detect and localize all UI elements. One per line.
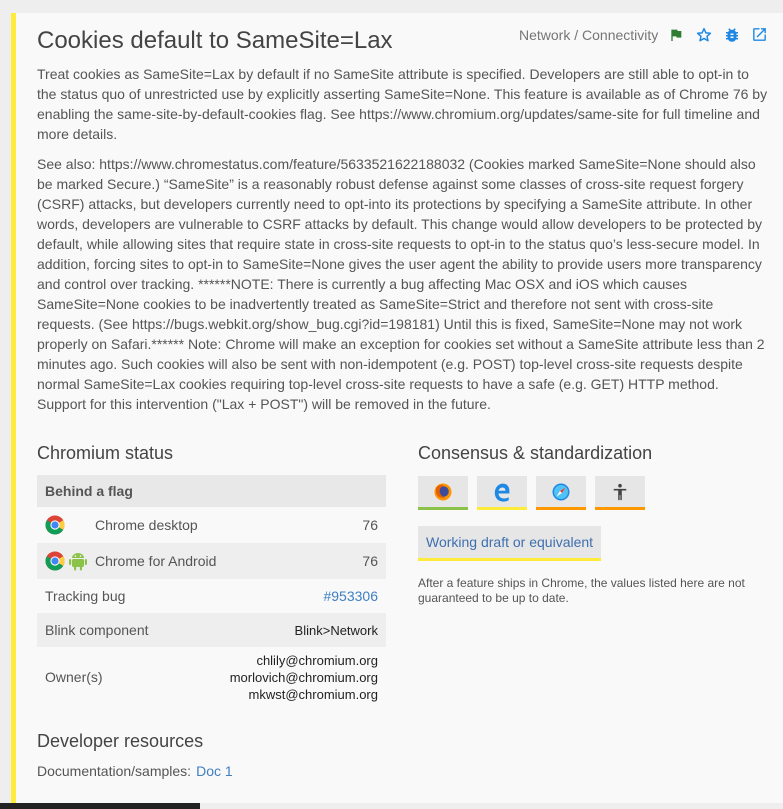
platform-name: Chrome desktop	[95, 517, 198, 533]
tracking-bug-row: Tracking bug #953306	[37, 579, 386, 613]
feature-category[interactable]: Network / Connectivity	[519, 27, 658, 43]
feature-actions	[666, 25, 769, 44]
feature-see-also: See also: https://www.chromestatus.com/f…	[37, 156, 765, 412]
blink-component-row: Blink component Blink>Network	[37, 613, 386, 647]
flag-icon[interactable]	[666, 25, 685, 44]
chrome-icon	[45, 551, 65, 571]
firefox-view[interactable]	[418, 476, 468, 510]
edge-icon	[494, 483, 510, 502]
accessibility-icon	[613, 483, 627, 500]
owner-email[interactable]: chlily@chromium.org	[230, 652, 378, 669]
platform-version: 76	[362, 517, 378, 533]
consensus-heading: Consensus & standardization	[418, 443, 653, 463]
web-developers-view[interactable]	[595, 476, 645, 510]
documentation-row: Documentation/samples: Doc 1	[37, 763, 233, 779]
documentation-link[interactable]: Doc 1	[196, 763, 233, 779]
browser-views	[418, 476, 645, 510]
tracking-bug-label: Tracking bug	[45, 588, 126, 604]
chromium-status-table: Behind a flag Chrome desktop 76 Chrome f…	[37, 475, 386, 707]
tracking-bug-link[interactable]: #953306	[323, 588, 378, 604]
owners-label: Owner(s)	[45, 669, 103, 685]
feature-title[interactable]: Cookies default to SameSite=Lax	[37, 27, 393, 55]
platform-name: Chrome for Android	[95, 553, 217, 569]
platform-row-android: Chrome for Android 76	[37, 543, 386, 579]
consensus-note: After a feature ships in Chrome, the val…	[418, 576, 745, 605]
safari-view[interactable]	[536, 476, 586, 510]
implementation-state: Behind a flag	[37, 475, 386, 507]
platform-version: 76	[362, 553, 378, 569]
blink-component-value[interactable]: Blink>Network	[295, 623, 378, 638]
standardization-status[interactable]: Working draft or equivalent	[418, 526, 602, 561]
chromium-status-heading: Chromium status	[37, 443, 174, 463]
owner-email[interactable]: mkwst@chromium.org	[230, 686, 379, 703]
owners-row: Owner(s) chlily@chromium.org morlovich@c…	[37, 647, 386, 707]
owner-email[interactable]: morlovich@chromium.org	[230, 669, 378, 686]
developer-resources-heading: Developer resources	[37, 731, 204, 751]
bottom-bar	[0, 803, 200, 809]
firefox-icon	[434, 483, 452, 500]
open-in-new-icon[interactable]	[750, 25, 769, 44]
blink-component-label: Blink component	[45, 622, 149, 638]
bug-icon[interactable]	[722, 25, 741, 44]
chrome-icon	[45, 515, 65, 535]
owners-list: chlily@chromium.org morlovich@chromium.o…	[230, 652, 378, 703]
feature-card: Cookies default to SameSite=Lax Network …	[11, 13, 783, 803]
safari-icon	[552, 483, 570, 500]
feature-description: Treat cookies as SameSite=Lax by default…	[37, 66, 768, 142]
star-icon[interactable]	[694, 25, 713, 44]
android-icon	[69, 553, 87, 571]
platform-row-desktop: Chrome desktop 76	[37, 507, 386, 543]
documentation-label: Documentation/samples:	[37, 763, 192, 779]
edge-view[interactable]	[477, 476, 527, 510]
